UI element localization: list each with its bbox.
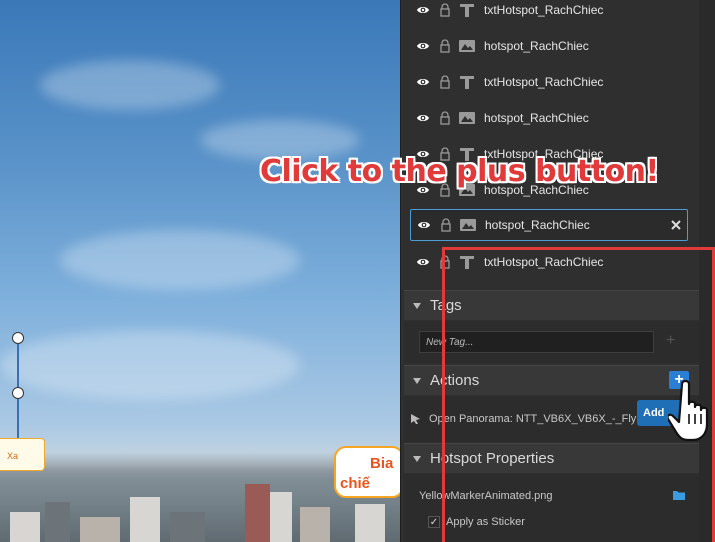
- layer-row[interactable]: txtHotspot_RachChiec: [410, 0, 688, 26]
- visibility-eye-icon[interactable]: [416, 39, 430, 53]
- visibility-eye-icon[interactable]: [416, 255, 430, 269]
- layer-row[interactable]: hotspot_RachChiec: [410, 102, 688, 134]
- image-layer-icon: [459, 40, 475, 52]
- image-layer-icon: [459, 112, 475, 124]
- lock-icon[interactable]: [438, 3, 452, 17]
- visibility-eye-icon[interactable]: [416, 111, 430, 125]
- close-icon[interactable]: [669, 218, 683, 232]
- layer-name: txtHotspot_RachChiec: [484, 3, 604, 17]
- hotspot-badge[interactable]: Bia chiế: [334, 446, 400, 498]
- checkbox-icon[interactable]: ✓: [428, 516, 440, 528]
- hotspot-label-text: Xa: [7, 451, 19, 461]
- resize-handle[interactable]: [12, 332, 24, 344]
- hotspot-label[interactable]: Xa: [0, 438, 45, 471]
- tutorial-annotation: Click to the plus button!: [260, 154, 659, 189]
- badge-line-2: chiế: [340, 475, 371, 492]
- panorama-viewport[interactable]: Xa Bia chiế: [0, 0, 400, 542]
- visibility-eye-icon[interactable]: [416, 75, 430, 89]
- sky-cloud: [0, 330, 300, 400]
- text-layer-icon: [460, 4, 474, 17]
- collapse-arrow-icon: [413, 455, 421, 462]
- layer-name: txtHotspot_RachChiec: [484, 75, 604, 89]
- badge-line-1: Bia: [370, 455, 394, 472]
- layer-row[interactable]: hotspot_RachChiec: [410, 30, 688, 62]
- sky-cloud: [60, 230, 300, 290]
- lock-icon[interactable]: [438, 39, 452, 53]
- layer-name: hotspot_RachChiec: [484, 111, 589, 125]
- resize-handle[interactable]: [12, 387, 24, 399]
- visibility-eye-icon[interactable]: [416, 3, 430, 17]
- lock-icon[interactable]: [438, 75, 452, 89]
- layer-name: hotspot_RachChiec: [485, 218, 590, 232]
- lock-icon[interactable]: [438, 111, 452, 125]
- layer-name: hotspot_RachChiec: [484, 39, 589, 53]
- layer-row[interactable]: hotspot_RachChiec: [410, 209, 688, 241]
- image-layer-icon: [460, 219, 476, 231]
- collapse-arrow-icon: [413, 302, 421, 309]
- lock-icon[interactable]: [439, 218, 453, 232]
- collapse-arrow-icon: [413, 377, 421, 384]
- pointer-icon: [411, 414, 420, 424]
- text-layer-icon: [460, 76, 474, 89]
- hand-cursor-icon: [668, 379, 709, 442]
- visibility-eye-icon[interactable]: [417, 218, 431, 232]
- sky-cloud: [40, 60, 220, 110]
- layer-row[interactable]: txtHotspot_RachChiec: [410, 66, 688, 98]
